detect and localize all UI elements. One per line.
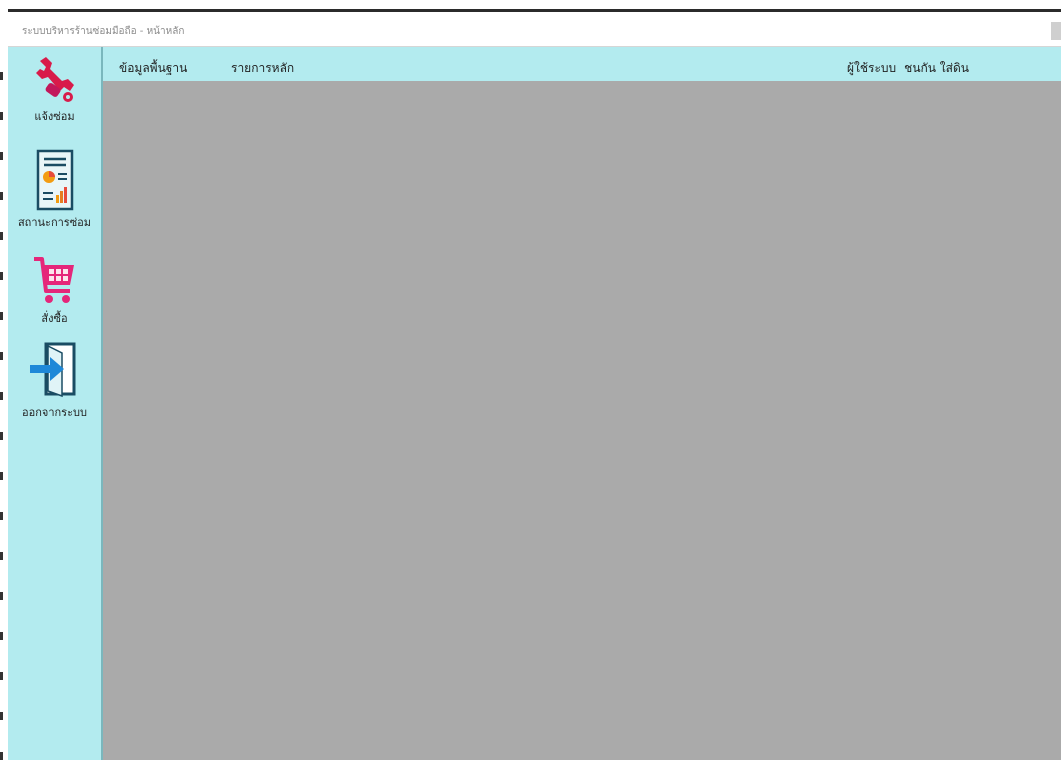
sidebar: แจ้งซ่อม สถานะการซ่อม สั่งซื้อ ออกจากระบ… xyxy=(8,47,103,760)
user-label: ผู้ใช้ระบบ xyxy=(847,61,897,75)
user-info: ผู้ใช้ระบบ ชนกัน ใส่ดิน xyxy=(847,59,977,78)
logout-icon xyxy=(29,342,75,398)
left-edge xyxy=(0,12,8,772)
sidebar-item-label: สั่งซื้อ xyxy=(41,312,68,325)
window-title: ระบบบริหารร้านซ่อมมือถือ - หน้าหลัก xyxy=(22,26,185,37)
sidebar-item-status[interactable]: สถานะการซ่อม xyxy=(8,149,101,231)
sidebar-item-label: ออกจากระบบ xyxy=(22,406,87,419)
user-name: ชนกัน ใส่ดิน xyxy=(904,61,969,75)
title-bar: ระบบบริหารร้านซ่อมมือถือ - หน้าหลัก xyxy=(8,12,1061,47)
report-icon xyxy=(36,149,73,211)
sidebar-item-repair[interactable]: แจ้งซ่อม xyxy=(8,55,101,125)
left-edge-marks xyxy=(0,72,3,772)
cart-icon xyxy=(33,257,74,303)
main-content-area xyxy=(103,81,1061,760)
window-control-button[interactable] xyxy=(1051,22,1061,40)
sidebar-item-logout[interactable]: ออกจากระบบ xyxy=(8,341,101,421)
sidebar-item-label: สถานะการซ่อม xyxy=(17,216,92,229)
menu-item-basic-data[interactable]: ข้อมูลพื้นฐาน xyxy=(119,59,187,78)
wrench-icon xyxy=(35,57,74,102)
sidebar-item-order[interactable]: สั่งซื้อ xyxy=(8,255,101,327)
sidebar-item-label: แจ้งซ่อม xyxy=(34,110,75,123)
menu-bar: ข้อมูลพื้นฐาน รายการหลัก ผู้ใช้ระบบ ชนกัน… xyxy=(103,47,1061,81)
menu-item-main-list[interactable]: รายการหลัก xyxy=(231,59,294,78)
